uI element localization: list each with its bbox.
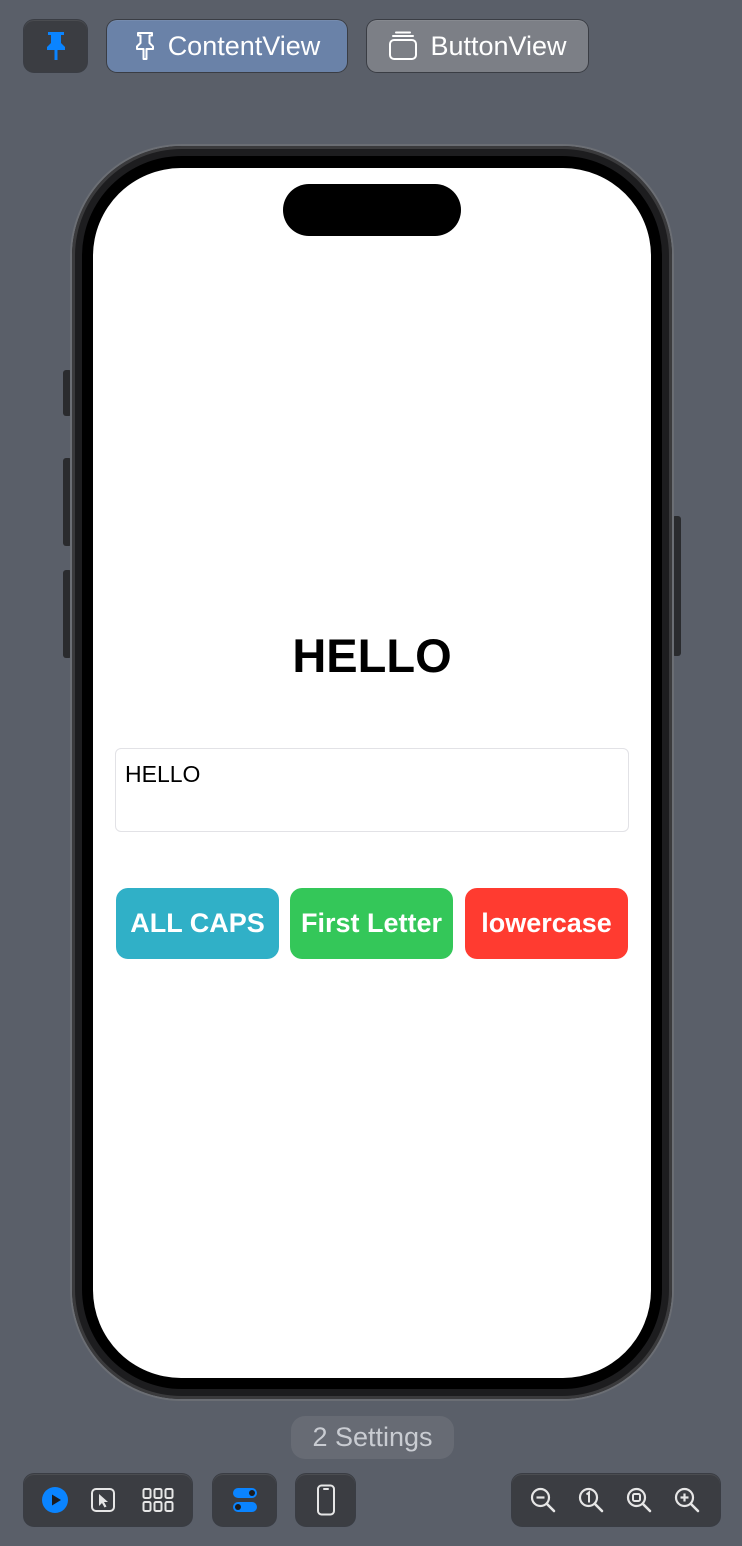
tab-buttonview[interactable]: ButtonView bbox=[367, 20, 588, 72]
tab-contentview-label: ContentView bbox=[167, 30, 321, 61]
zoom-controls-group bbox=[512, 1474, 720, 1526]
device-volume-up-button bbox=[63, 458, 72, 546]
settings-badge[interactable]: 2 Settings bbox=[291, 1416, 454, 1459]
grid-icon[interactable] bbox=[138, 1474, 178, 1526]
variants-toggle-button[interactable] bbox=[213, 1474, 276, 1526]
display-title: HELLO bbox=[292, 629, 452, 682]
device-power-button bbox=[672, 516, 681, 656]
preview-mode-group bbox=[24, 1474, 192, 1526]
device-icon bbox=[316, 1484, 336, 1516]
zoom-in-icon[interactable] bbox=[672, 1474, 702, 1526]
tab-buttonview-label: ButtonView bbox=[430, 30, 567, 61]
variants-toggle-icon bbox=[231, 1486, 259, 1514]
device-screen: HELLO HELLO ALL CAPS First Letter lowerc… bbox=[93, 168, 651, 1378]
device-volume-down-button bbox=[63, 570, 72, 658]
device-action-button bbox=[63, 370, 72, 416]
pin-outline-icon bbox=[134, 31, 156, 61]
stack-icon bbox=[388, 31, 418, 61]
lowercase-button[interactable]: lowercase bbox=[465, 888, 628, 959]
pin-preview-button[interactable] bbox=[24, 20, 87, 72]
first-letter-button[interactable]: First Letter bbox=[290, 888, 453, 959]
pin-filled-icon bbox=[44, 30, 68, 62]
tab-contentview[interactable]: ContentView bbox=[107, 20, 347, 72]
all-caps-button[interactable]: ALL CAPS bbox=[116, 888, 279, 959]
zoom-fit-icon[interactable] bbox=[624, 1474, 654, 1526]
zoom-out-icon[interactable] bbox=[528, 1474, 558, 1526]
dynamic-island bbox=[283, 184, 461, 236]
text-input-field[interactable]: HELLO bbox=[115, 748, 629, 832]
device-settings-button[interactable] bbox=[296, 1474, 355, 1526]
select-cursor-icon[interactable] bbox=[86, 1474, 120, 1526]
play-icon[interactable] bbox=[38, 1474, 72, 1526]
zoom-actual-icon[interactable] bbox=[576, 1474, 606, 1526]
